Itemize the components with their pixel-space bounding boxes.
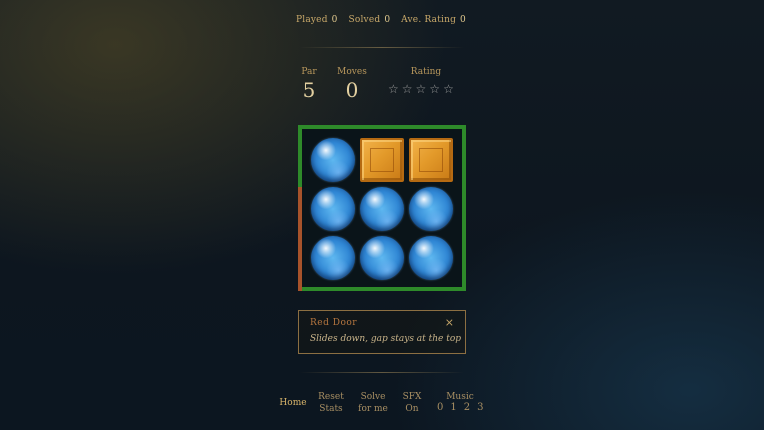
music-level-option[interactable]: 1 xyxy=(450,402,456,413)
sphere-tile[interactable] xyxy=(409,236,453,280)
board-frame-left xyxy=(298,125,302,187)
music-volume-selector: 0123 xyxy=(437,402,484,413)
info-panel: Red Door × Slides down, gap stays at the… xyxy=(298,310,466,354)
played-value: 0 xyxy=(331,15,338,25)
top-divider xyxy=(300,47,464,48)
solved-label: Solved xyxy=(348,15,381,25)
crate-tile[interactable] xyxy=(360,138,404,182)
info-title: Red Door xyxy=(310,318,358,328)
solve-for-me-button[interactable]: Solve for me xyxy=(354,391,392,415)
sfx-label: SFX xyxy=(402,392,422,402)
bottom-divider xyxy=(300,372,464,373)
sfx-toggle[interactable]: SFX On xyxy=(398,391,426,415)
moves-value: 0 xyxy=(345,78,359,102)
rating-stars: ☆ ☆ ☆ ☆ ☆ xyxy=(388,82,454,96)
reset-label-line2: Stats xyxy=(319,404,343,414)
solved-value: 0 xyxy=(384,15,391,25)
sphere-tile[interactable] xyxy=(311,236,355,280)
star-icon: ☆ xyxy=(388,82,399,96)
sphere-tile[interactable] xyxy=(360,187,404,231)
moves-label: Moves xyxy=(337,67,367,77)
solved-stat: Solved 0 xyxy=(349,15,391,25)
info-description: Slides down, gap stays at the top xyxy=(310,334,462,344)
home-button[interactable]: Home xyxy=(276,397,310,409)
close-icon[interactable]: × xyxy=(445,316,454,329)
sphere-tile[interactable] xyxy=(311,138,355,182)
sphere-tile[interactable] xyxy=(311,187,355,231)
solve-label-line1: Solve xyxy=(360,392,386,402)
crate-tile[interactable] xyxy=(409,138,453,182)
rating-label: Rating xyxy=(410,67,442,77)
music-level-option[interactable]: 2 xyxy=(464,402,470,413)
red-door[interactable] xyxy=(298,187,302,291)
average-rating-value: 0 xyxy=(460,15,466,25)
solve-label-line2: for me xyxy=(358,404,388,414)
sfx-state: On xyxy=(405,404,419,414)
par-label: Par xyxy=(301,67,317,77)
reset-stats-button[interactable]: Reset Stats xyxy=(314,391,348,415)
sphere-tile[interactable] xyxy=(409,187,453,231)
played-label: Played xyxy=(296,15,328,25)
average-rating-label: Ave. Rating xyxy=(401,15,457,25)
music-level-option[interactable]: 3 xyxy=(477,402,483,413)
star-icon: ☆ xyxy=(415,82,427,96)
par-value: 5 xyxy=(302,78,316,102)
star-icon: ☆ xyxy=(429,82,441,96)
average-rating-stat: Ave. Rating 0 xyxy=(401,15,466,25)
played-stat: Played 0 xyxy=(296,15,338,25)
sphere-tile[interactable] xyxy=(360,236,404,280)
star-icon: ☆ xyxy=(401,82,413,96)
star-icon: ☆ xyxy=(443,82,454,96)
reset-label-line1: Reset xyxy=(318,392,344,402)
stats-bar: Played 0 Solved 0 Ave. Rating 0 xyxy=(296,15,466,25)
music-level-option[interactable]: 0 xyxy=(437,402,443,413)
